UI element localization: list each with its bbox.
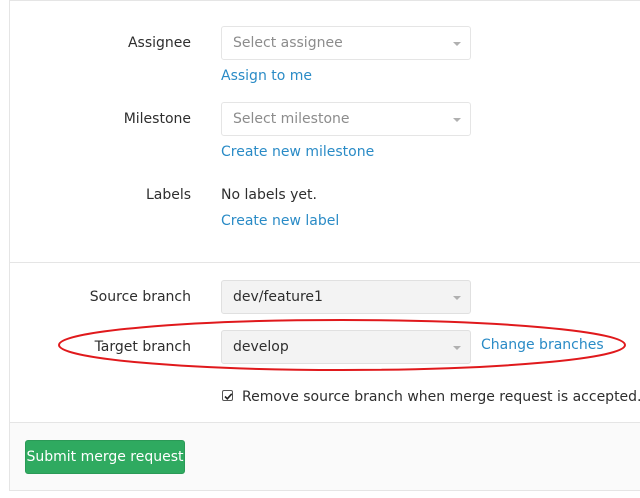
chevron-down-icon xyxy=(453,296,461,300)
labels-value: No labels yet. xyxy=(221,187,317,203)
assign-to-me-link[interactable]: Assign to me xyxy=(221,67,312,85)
milestone-select[interactable]: Select milestone xyxy=(221,102,471,136)
create-milestone-link[interactable]: Create new milestone xyxy=(221,143,374,161)
assignee-placeholder: Select assignee xyxy=(233,35,343,51)
checkmark-icon xyxy=(224,393,233,400)
change-branches-link[interactable]: Change branches xyxy=(481,336,604,354)
chevron-down-icon xyxy=(453,42,461,46)
source-branch-select[interactable]: dev/feature1 xyxy=(221,280,471,314)
create-label-link[interactable]: Create new label xyxy=(221,212,339,230)
labels-label: Labels xyxy=(145,187,191,203)
merge-request-form: Assignee Select assignee Assign to me Mi… xyxy=(0,0,640,498)
source-branch-label: Source branch xyxy=(89,289,191,305)
target-branch-label: Target branch xyxy=(94,339,191,355)
milestone-placeholder: Select milestone xyxy=(233,111,350,127)
assignee-select[interactable]: Select assignee xyxy=(221,26,471,60)
target-branch-select[interactable]: develop xyxy=(221,330,471,364)
chevron-down-icon xyxy=(453,346,461,350)
chevron-down-icon xyxy=(453,118,461,122)
target-branch-value: develop xyxy=(233,339,289,355)
remove-source-branch-checkbox[interactable] xyxy=(222,390,233,401)
remove-source-branch-label: Remove source branch when merge request … xyxy=(242,389,640,405)
submit-merge-request-button[interactable]: Submit merge request xyxy=(25,440,185,474)
source-branch-value: dev/feature1 xyxy=(233,289,323,305)
assignee-label: Assignee xyxy=(127,35,191,51)
milestone-label: Milestone xyxy=(123,111,191,127)
